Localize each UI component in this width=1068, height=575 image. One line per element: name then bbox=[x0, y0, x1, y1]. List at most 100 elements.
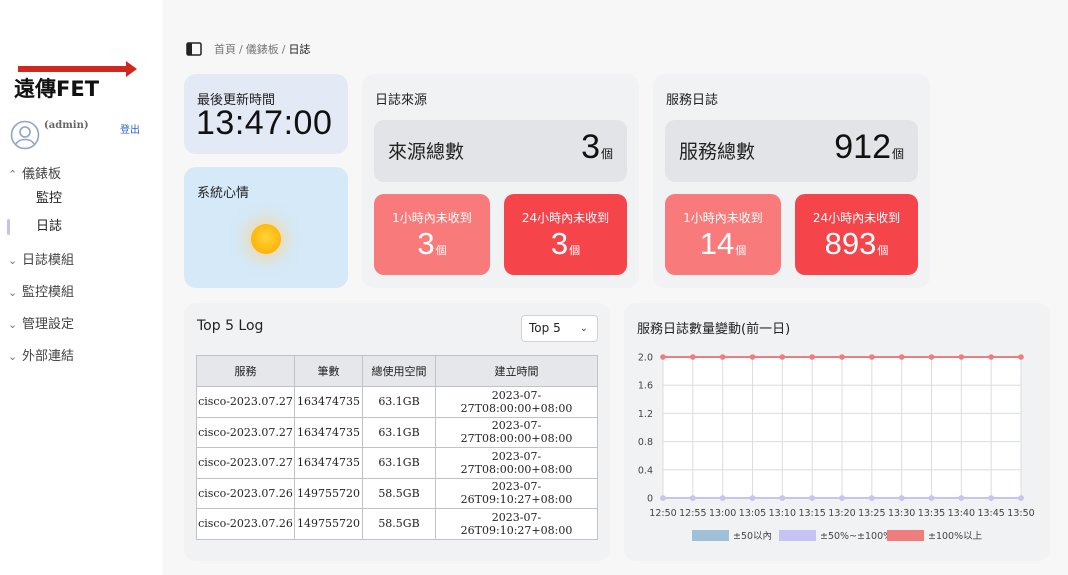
data-point-series-2[interactable] bbox=[779, 354, 786, 360]
service-alert-1h[interactable]: 1小時內未收到 14個 bbox=[665, 194, 781, 275]
y-tick-label: 1.2 bbox=[638, 409, 653, 420]
table-cell: 163474735 bbox=[294, 447, 363, 479]
x-tick-label: 13:35 bbox=[918, 508, 945, 519]
breadcrumb-home[interactable]: 首頁 bbox=[214, 41, 236, 57]
legend-swatch[interactable] bbox=[692, 530, 729, 541]
sidebar-item-admin-settings[interactable]: ⌄ 管理設定 bbox=[0, 313, 163, 345]
data-point-series-2[interactable] bbox=[719, 354, 726, 360]
sidebar-item-monitor-module[interactable]: ⌄ 監控模組 bbox=[0, 281, 163, 313]
data-point-series-1[interactable] bbox=[928, 495, 935, 501]
sidebar-item-label: 管理設定 bbox=[22, 317, 75, 332]
logout-link[interactable]: 登出 bbox=[120, 121, 140, 136]
data-point-series-2[interactable] bbox=[690, 354, 696, 360]
table-row[interactable]: cisco-2023.07.27 163474735 63.1GB 2023-07-2… bbox=[196, 386, 598, 418]
sidebar-nav: ⌃ 儀錶板 監控 日誌 ⌄ 日誌模組 ⌄ 監控模組 ⌄ 管理設定 ⌄ 外部連結 bbox=[0, 163, 163, 377]
data-point-series-1[interactable] bbox=[839, 495, 845, 501]
data-point-series-2[interactable] bbox=[1018, 354, 1024, 360]
service-total-number: 912 bbox=[834, 128, 891, 166]
sidebar-toggle-icon[interactable] bbox=[186, 42, 202, 56]
y-tick-label: 1.6 bbox=[638, 381, 653, 392]
table-row[interactable]: cisco-2023.07.26 149755720 58.5GB 2023-07-2… bbox=[196, 508, 598, 540]
legend-swatch[interactable] bbox=[779, 530, 816, 541]
data-point-series-2[interactable] bbox=[869, 354, 875, 360]
x-tick-label: 13:25 bbox=[858, 508, 885, 519]
data-point-series-1[interactable] bbox=[749, 495, 756, 501]
alert-number: 14 bbox=[699, 226, 735, 261]
table-cell: 63.1GB bbox=[362, 416, 436, 448]
alert-value: 893個 bbox=[795, 226, 918, 262]
sidebar-item-monitor[interactable]: 監控 bbox=[0, 187, 163, 215]
sidebar-item-log[interactable]: 日誌 bbox=[0, 215, 163, 243]
data-point-series-1[interactable] bbox=[1018, 495, 1024, 501]
service-alert-24h[interactable]: 24小時內未收到 893個 bbox=[795, 194, 918, 275]
y-tick-label: 0.8 bbox=[638, 437, 653, 448]
table-cell: 58.5GB bbox=[362, 477, 436, 509]
last-update-time: 13:47:00 bbox=[196, 104, 333, 142]
column-header-service: 服務 bbox=[196, 355, 295, 387]
data-point-series-1[interactable] bbox=[869, 495, 875, 501]
x-tick-label: 13:40 bbox=[948, 508, 975, 519]
legend-label[interactable]: ±50以內 bbox=[733, 531, 772, 542]
y-tick-label: 0.4 bbox=[638, 465, 653, 476]
data-point-series-2[interactable] bbox=[839, 354, 845, 360]
data-point-series-2[interactable] bbox=[898, 354, 905, 360]
data-point-series-2[interactable] bbox=[749, 354, 756, 360]
alert-number: 3 bbox=[550, 226, 569, 261]
data-point-series-1[interactable] bbox=[898, 495, 905, 501]
table-cell: cisco-2023.07.26 bbox=[196, 508, 295, 540]
fet-logo[interactable]: 遠傳FET bbox=[14, 58, 138, 102]
unit-label: 個 bbox=[877, 245, 889, 257]
breadcrumb-dashboard[interactable]: 儀錶板 bbox=[246, 41, 279, 57]
service-log-change-chart-card: 服務日誌數量變動(前一日) 2.0 1.6 1.2 0.8 0.4 0 12:50 12:55… bbox=[624, 303, 1050, 561]
source-alert-24h[interactable]: 24小時內未收到 3個 bbox=[504, 194, 627, 275]
top-log-table: 服務 筆數 總使用空間 建立時間 cisco-2023.07.27 1634747… bbox=[196, 355, 598, 540]
table-row[interactable]: cisco-2023.07.26 149755720 58.5GB 2023-07-2… bbox=[196, 477, 598, 509]
table-cell: 2023-07-27T08:00:00+08:00 bbox=[435, 386, 598, 418]
source-alert-1h[interactable]: 1小時內未收到 3個 bbox=[374, 194, 490, 275]
column-header-created: 建立時間 bbox=[435, 355, 598, 387]
unit-label: 個 bbox=[435, 245, 447, 257]
data-point-series-2[interactable] bbox=[958, 354, 965, 360]
x-tick-label: 13:50 bbox=[1007, 508, 1034, 519]
legend-label[interactable]: ±50%~±100% bbox=[820, 531, 892, 542]
data-point-series-1[interactable] bbox=[690, 495, 696, 501]
top-log-table-body: cisco-2023.07.27 163474735 63.1GB 2023-07-2… bbox=[196, 386, 598, 540]
unit-label: 個 bbox=[569, 245, 581, 257]
sidebar-item-label: 外部連結 bbox=[22, 349, 75, 364]
alert-label: 1小時內未收到 bbox=[392, 211, 472, 225]
unit-label: 個 bbox=[735, 245, 747, 257]
data-point-series-2[interactable] bbox=[660, 354, 666, 360]
service-log-card: 服務日誌 服務總數 912個 1小時內未收到 14個 24小時內未收到 893個 bbox=[653, 74, 930, 288]
chevron-down-icon: ⌄ bbox=[8, 254, 18, 267]
table-row[interactable]: cisco-2023.07.27 163474735 63.1GB 2023-07-2… bbox=[196, 447, 598, 479]
table-cell: cisco-2023.07.26 bbox=[196, 477, 295, 509]
data-point-series-1[interactable] bbox=[660, 495, 666, 501]
alert-value: 3個 bbox=[374, 226, 490, 262]
sidebar-item-external-links[interactable]: ⌄ 外部連結 bbox=[0, 345, 163, 377]
data-point-series-2[interactable] bbox=[928, 354, 935, 360]
legend-swatch[interactable] bbox=[887, 530, 924, 541]
data-point-series-1[interactable] bbox=[958, 495, 965, 501]
service-total-label: 服務總數 bbox=[679, 141, 756, 163]
data-point-series-1[interactable] bbox=[719, 495, 726, 501]
top-n-select[interactable]: Top 5 ⌄ bbox=[521, 315, 598, 342]
sidebar-item-label: 儀錶板 bbox=[22, 167, 62, 182]
sidebar-item-log-module[interactable]: ⌄ 日誌模組 bbox=[0, 249, 163, 281]
alert-label: 24小時內未收到 bbox=[812, 211, 901, 225]
data-point-series-2[interactable] bbox=[809, 354, 815, 360]
last-update-card: 最後更新時間 13:47:00 bbox=[184, 74, 348, 154]
sidebar-item-dashboard[interactable]: ⌃ 儀錶板 bbox=[0, 163, 163, 187]
legend-label[interactable]: ±100%以上 bbox=[928, 531, 983, 542]
sun-icon bbox=[251, 224, 281, 254]
sidebar: 遠傳FET (admin) 登出 ⌃ 儀錶板 監控 日誌 ⌄ 日誌模組 ⌄ 監控模組 … bbox=[0, 0, 163, 575]
data-point-series-2[interactable] bbox=[988, 354, 994, 360]
data-point-series-1[interactable] bbox=[779, 495, 786, 501]
table-row[interactable]: cisco-2023.07.27 163474735 63.1GB 2023-07-2… bbox=[196, 416, 598, 448]
table-cell: 2023-07-26T09:10:27+08:00 bbox=[435, 477, 598, 509]
fet-logo-image: 遠傳FET bbox=[14, 61, 137, 101]
data-point-series-1[interactable] bbox=[988, 495, 994, 501]
column-header-count: 筆數 bbox=[294, 355, 363, 387]
data-point-series-1[interactable] bbox=[809, 495, 815, 501]
breadcrumb: 首頁 / 儀錶板 / 日誌 bbox=[186, 40, 310, 58]
system-mood-card: 系統心情 bbox=[184, 167, 348, 288]
